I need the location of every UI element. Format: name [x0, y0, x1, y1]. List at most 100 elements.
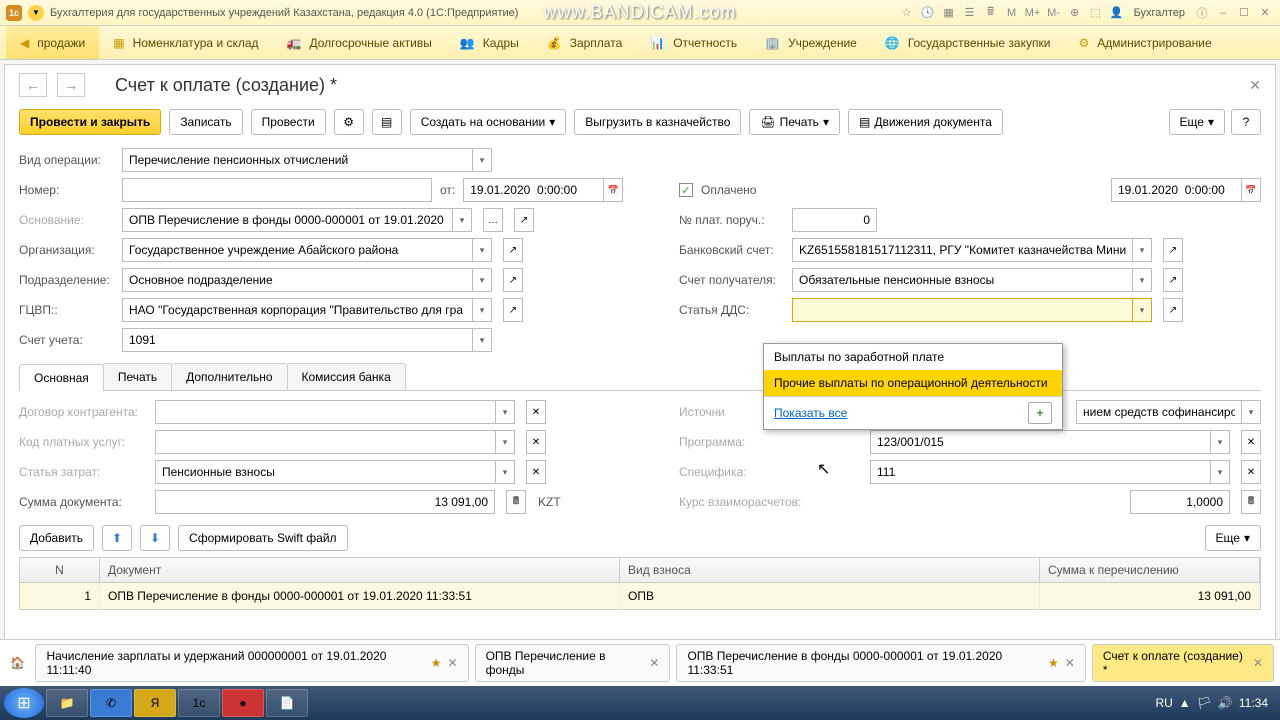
dd-org[interactable]: ▾: [472, 238, 492, 262]
btn-provesti-zakryt[interactable]: Провести и закрыть: [19, 109, 161, 135]
taskbar-app[interactable]: ●: [222, 689, 264, 717]
th-summa[interactable]: Сумма к перечислению: [1040, 558, 1260, 582]
tool-icon[interactable]: ▦: [940, 4, 958, 22]
dds-opt1[interactable]: Выплаты по заработной плате: [764, 344, 1062, 370]
start-button[interactable]: ⊞: [4, 688, 44, 718]
menu-admin[interactable]: ⚙Администрирование: [1064, 26, 1225, 59]
tool-icon[interactable]: 🕓: [919, 4, 937, 22]
calc-kurs[interactable]: 🖩: [1241, 490, 1261, 514]
ext-schet-pol[interactable]: ↗: [1163, 268, 1183, 292]
ext-osnovanie[interactable]: …: [483, 208, 503, 232]
inp-osnovanie[interactable]: [122, 208, 452, 232]
ext-gcvp[interactable]: ↗: [503, 298, 523, 322]
menu-dolgosroch[interactable]: 🚛Долгосрочные активы: [273, 26, 446, 59]
btab-2[interactable]: ОПВ Перечисление в фонды✕: [475, 644, 671, 682]
tab-dopoln[interactable]: Дополнительно: [171, 363, 287, 390]
inp-podr[interactable]: [122, 268, 472, 292]
date-picker-icon[interactable]: 📅: [603, 178, 623, 202]
ext-podr[interactable]: ↗: [503, 268, 523, 292]
btab-4[interactable]: Счет к оплате (создание) *✕: [1092, 644, 1274, 682]
home-icon[interactable]: 🏠: [6, 656, 29, 670]
dd-gcvp[interactable]: ▾: [472, 298, 492, 322]
inp-schet-pol[interactable]: [792, 268, 1132, 292]
th-n[interactable]: N: [20, 558, 100, 582]
menu-prodazhi[interactable]: ◀продажи: [6, 26, 99, 59]
inp-noplat[interactable]: [792, 208, 877, 232]
inp-date2[interactable]: [1111, 178, 1241, 202]
ext-bank[interactable]: ↗: [1163, 238, 1183, 262]
tab-osnovnaya[interactable]: Основная: [19, 364, 104, 391]
inp-dogovor[interactable]: [155, 400, 495, 424]
tray-icon[interactable]: 🏳: [1197, 696, 1212, 710]
btn-down-icon[interactable]: ⬇: [140, 525, 170, 551]
x-kod[interactable]: ✕: [526, 430, 546, 454]
btn-dvizheniya[interactable]: ▤ Движения документа: [848, 109, 1003, 135]
date2-picker-icon[interactable]: 📅: [1241, 178, 1261, 202]
inp-istoch[interactable]: [1076, 400, 1241, 424]
dd-podr[interactable]: ▾: [472, 268, 492, 292]
tool-icon[interactable]: M: [1003, 4, 1021, 22]
btn-sozdat[interactable]: Создать на основании ▾: [410, 109, 567, 135]
taskbar-app[interactable]: 1c: [178, 689, 220, 717]
taskbar-app[interactable]: 📄: [266, 689, 308, 717]
th-vid[interactable]: Вид взноса: [620, 558, 1040, 582]
tool-icon[interactable]: 🖩: [982, 4, 1000, 22]
btn-up-icon[interactable]: ⬆: [102, 525, 132, 551]
tool-icon[interactable]: ⊕: [1066, 4, 1084, 22]
dd-istoch[interactable]: ▾: [1241, 400, 1261, 424]
btn-zapisat[interactable]: Записать: [169, 109, 242, 135]
dd-schet-uch[interactable]: ▾: [472, 328, 492, 352]
inp-dds[interactable]: [792, 298, 1132, 322]
ext-osnovanie2[interactable]: ↗: [514, 208, 534, 232]
btab-1[interactable]: Начисление зарплаты и удержаний 00000000…: [35, 644, 468, 682]
th-doc[interactable]: Документ: [100, 558, 620, 582]
clock[interactable]: 11:34: [1239, 696, 1268, 710]
page-close[interactable]: ✕: [1249, 77, 1261, 94]
chk-oplacheno[interactable]: ✓: [679, 183, 693, 197]
btn-help[interactable]: ?: [1231, 109, 1261, 135]
tab-komissiya[interactable]: Комиссия банка: [287, 363, 406, 390]
inp-nomer[interactable]: [122, 178, 432, 202]
inp-summa[interactable]: [155, 490, 495, 514]
tool-icon[interactable]: ☰: [961, 4, 979, 22]
btn-settings-icon[interactable]: ⚙: [334, 109, 364, 135]
x-spec[interactable]: ✕: [1241, 460, 1261, 484]
dds-opt2[interactable]: Прочие выплаты по операционной деятельно…: [764, 370, 1062, 396]
inp-kurs[interactable]: [1130, 490, 1230, 514]
max-btn[interactable]: ☐: [1235, 4, 1253, 22]
btn-swift[interactable]: Сформировать Swift файл: [178, 525, 348, 551]
dropdown-icon[interactable]: ▼: [28, 5, 44, 21]
inp-spec[interactable]: [870, 460, 1210, 484]
tool-icon[interactable]: ⬚: [1087, 4, 1105, 22]
menu-goszakup[interactable]: 🌐Государственные закупки: [871, 26, 1065, 59]
dd-kod[interactable]: ▾: [495, 430, 515, 454]
min-btn[interactable]: –: [1214, 4, 1232, 22]
menu-otchet[interactable]: 📊Отчетность: [636, 26, 751, 59]
menu-zarplata[interactable]: 💰Зарплата: [533, 26, 637, 59]
inp-prog[interactable]: [870, 430, 1210, 454]
user-icon[interactable]: 👤: [1108, 4, 1126, 22]
btn-pechat[interactable]: 🖨 Печать ▾: [749, 109, 840, 135]
tool-icon[interactable]: M+: [1024, 4, 1042, 22]
dd-prog[interactable]: ▾: [1210, 430, 1230, 454]
inp-vid-operacii[interactable]: [122, 148, 472, 172]
info-icon[interactable]: ⓘ: [1193, 4, 1211, 22]
close-btn[interactable]: ✕: [1256, 4, 1274, 22]
btn-eshe[interactable]: Еще ▾: [1169, 109, 1225, 135]
tray-icon[interactable]: ▲: [1179, 696, 1191, 710]
dds-show-all[interactable]: Показать все: [774, 406, 847, 420]
dd-spec[interactable]: ▾: [1210, 460, 1230, 484]
dd-vid-operacii[interactable]: ▾: [472, 148, 492, 172]
inp-schet-uch[interactable]: [122, 328, 472, 352]
btn-dobavit[interactable]: Добавить: [19, 525, 94, 551]
dd-stat[interactable]: ▾: [495, 460, 515, 484]
btab-3[interactable]: ОПВ Перечисление в фонды 0000-000001 от …: [676, 644, 1085, 682]
menu-nomenklatura[interactable]: ▦Номенклатура и склад: [99, 26, 272, 59]
inp-bank[interactable]: [792, 238, 1132, 262]
tool-icon[interactable]: M-: [1045, 4, 1063, 22]
x-prog[interactable]: ✕: [1241, 430, 1261, 454]
x-dogovor[interactable]: ✕: [526, 400, 546, 424]
taskbar-app[interactable]: Я: [134, 689, 176, 717]
dds-add-btn[interactable]: +: [1028, 402, 1052, 424]
table-row[interactable]: 1 ОПВ Перечисление в фонды 0000-000001 о…: [20, 583, 1260, 609]
